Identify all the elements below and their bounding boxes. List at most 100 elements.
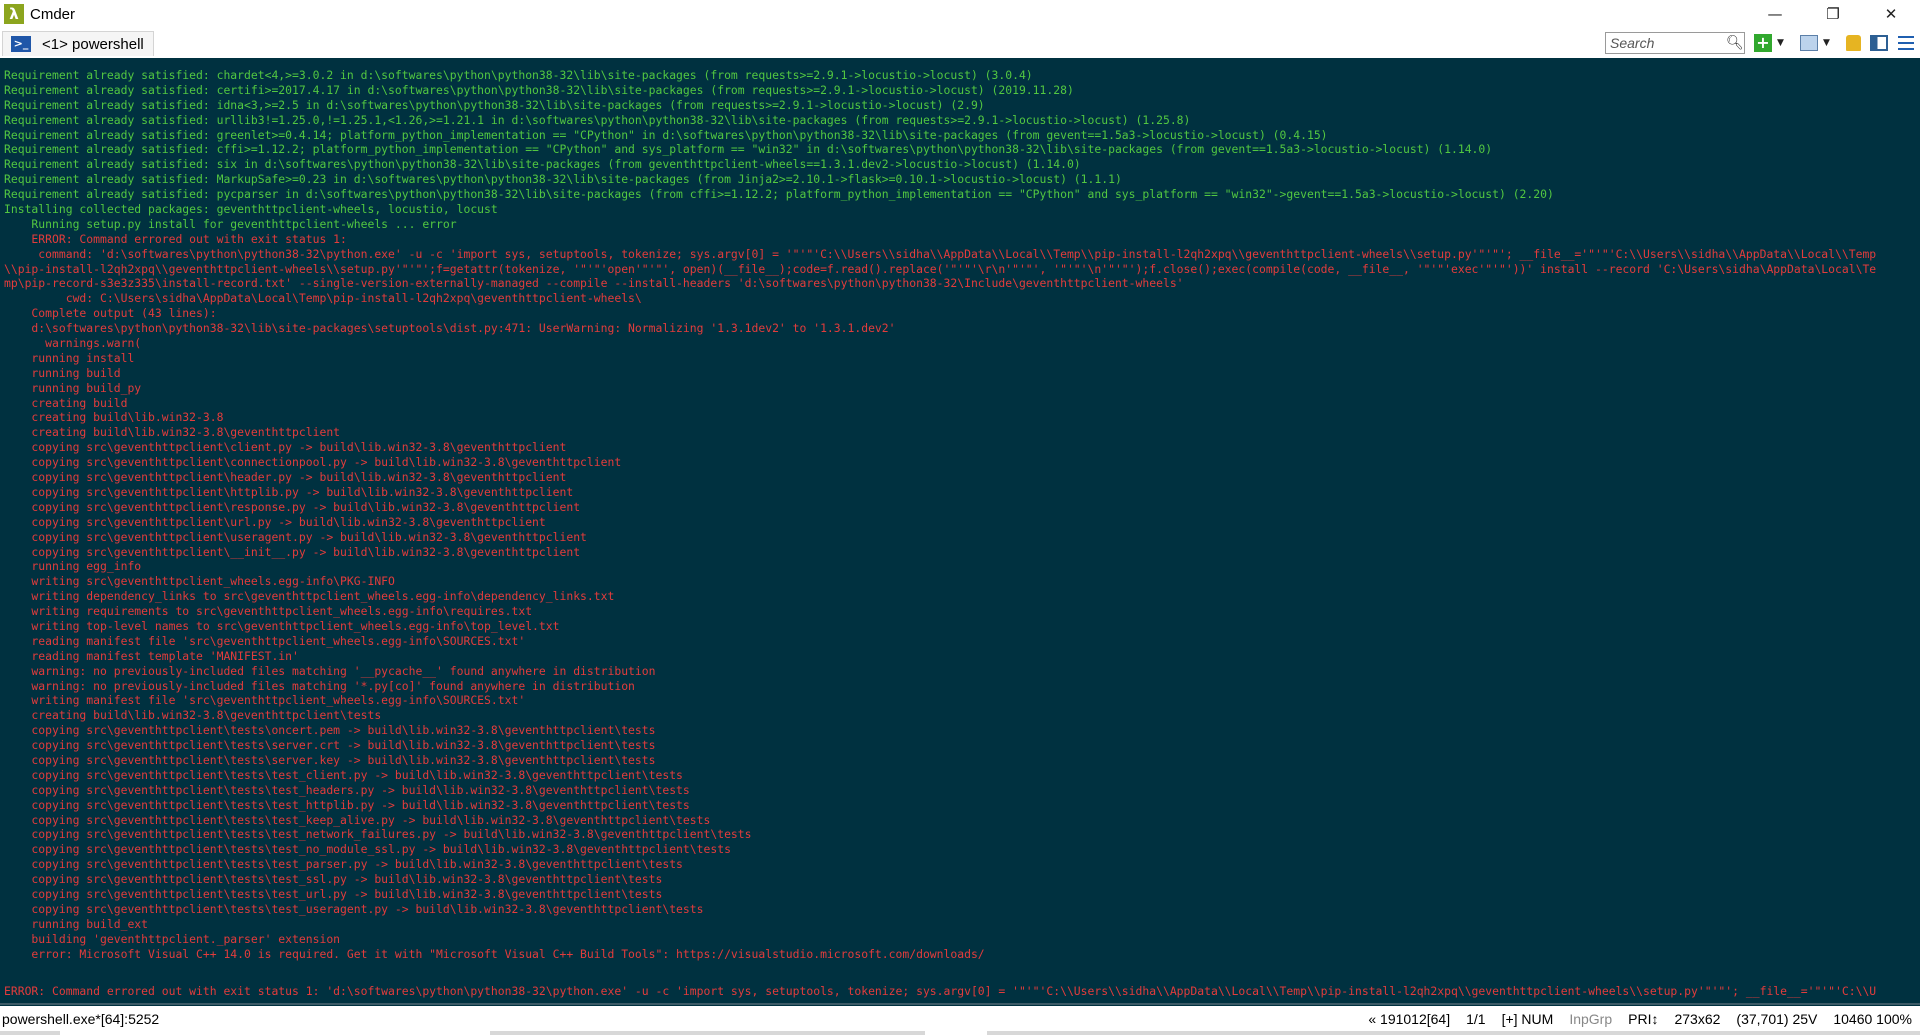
console-line: copying src\geventhttpclient\tests\oncer… <box>4 723 656 738</box>
lock-icon <box>1846 35 1861 51</box>
status-process: powershell.exe*[64]:5252 <box>2 1011 160 1027</box>
console-line: creating build\lib.win32-3.8 <box>4 410 224 425</box>
console-line: Requirement already satisfied: idna<3,>=… <box>4 97 985 112</box>
status-bar: powershell.exe*[64]:5252 « 191012[64] 1/1… <box>0 1006 1920 1035</box>
plus-icon: + <box>1754 34 1772 52</box>
console-line: warning: no previously-included files ma… <box>4 678 635 693</box>
status-item: [+] NUM <box>1501 1011 1554 1027</box>
title-bar: λ Cmder — ❐ ✕ <box>0 0 1920 28</box>
caret-down-icon: ▼ <box>1823 38 1830 48</box>
console-line: Requirement already satisfied: greenlet>… <box>4 127 1328 142</box>
caret-down-icon: ▼ <box>1777 38 1784 48</box>
console-line: copying src\geventhttpclient\tests\test_… <box>4 767 683 782</box>
console-line: Requirement already satisfied: pycparser… <box>4 187 1554 202</box>
console-line: error: Microsoft Visual C++ 14.0 is requ… <box>4 946 985 961</box>
scrollbar-thumb-secondary[interactable] <box>925 1031 987 1035</box>
console-line: Requirement already satisfied: six in d:… <box>4 157 1081 172</box>
status-item: PRI↕ <box>1628 1011 1659 1027</box>
console-line: \\pip-install-l2qh2xpq\\geventhttpclient… <box>4 261 1877 276</box>
console-line: Running setup.py install for geventhttpc… <box>4 216 457 231</box>
console-line: Requirement already satisfied: urllib3!=… <box>4 112 1191 127</box>
console-line: ERROR: Command errored out with exit sta… <box>4 231 347 246</box>
console-line: creating build <box>4 395 128 410</box>
console-line: running install <box>4 350 135 365</box>
console-line: copying src\geventhttpclient\tests\test_… <box>4 842 731 857</box>
search-box: 🔍︎ <box>1605 32 1745 54</box>
console-line: Requirement already satisfied: cffi>=1.1… <box>4 142 1493 157</box>
console-line: copying src\geventhttpclient\client.py -… <box>4 440 567 455</box>
window-title: Cmder <box>30 5 76 23</box>
minimize-button[interactable]: — <box>1746 0 1804 28</box>
console-line: copying src\geventhttpclient\useragent.p… <box>4 529 587 544</box>
console-line: copying src\geventhttpclient\tests\test_… <box>4 901 704 916</box>
search-icon[interactable]: 🔍︎ <box>1726 35 1744 51</box>
console-line: running egg_info <box>4 559 142 574</box>
console-line: copying src\geventhttpclient\connectionp… <box>4 455 622 470</box>
status-item: (37,701) 25V <box>1736 1011 1818 1027</box>
cmder-lambda-icon: λ <box>4 4 24 24</box>
menu-button[interactable] <box>1898 33 1914 53</box>
console-divider <box>0 1003 1920 1005</box>
console-line: writing top-level names to src\geventhtt… <box>4 618 560 633</box>
console-line: Requirement already satisfied: certifi>=… <box>4 82 1074 97</box>
close-button[interactable]: ✕ <box>1862 0 1920 28</box>
console-line: reading manifest template 'MANIFEST.in' <box>4 648 299 663</box>
console-line: copying src\geventhttpclient\response.py… <box>4 499 581 514</box>
status-item: 273x62 <box>1674 1011 1721 1027</box>
console-line: d:\softwares\python\python38-32\lib\site… <box>4 321 896 336</box>
console-line: writing manifest file 'src\geventhttpcli… <box>4 693 526 708</box>
restore-button[interactable]: ❐ <box>1804 0 1862 28</box>
console-output[interactable]: Requirement already satisfied: chardet<4… <box>0 58 1920 1006</box>
console-line: copying src\geventhttpclient\tests\test_… <box>4 857 683 872</box>
console-line: copying src\geventhttpclient\tests\test_… <box>4 886 663 901</box>
console-line: copying src\geventhttpclient\tests\test_… <box>4 797 690 812</box>
status-item: InpGrp <box>1569 1011 1613 1027</box>
split-view-button[interactable] <box>1870 33 1888 53</box>
lock-button[interactable] <box>1846 33 1861 53</box>
console-line: copying src\geventhttpclient\tests\test_… <box>4 812 711 827</box>
console-line: warnings.warn( <box>4 336 142 351</box>
scrollbar-thumb[interactable] <box>60 1031 490 1035</box>
tab-label: <1> powershell <box>42 35 144 53</box>
panes-icon <box>1800 35 1818 51</box>
status-item: 10460 100% <box>1833 1011 1912 1027</box>
console-line: Installing collected packages: geventhtt… <box>4 202 498 217</box>
console-line: creating build\lib.win32-3.8\geventhttpc… <box>4 425 341 440</box>
panes-dropdown[interactable]: ▼ <box>1823 33 1830 53</box>
console-line: copying src\geventhttpclient\tests\test_… <box>4 827 752 842</box>
status-item: « 191012[64] <box>1368 1011 1451 1027</box>
console-line: Requirement already satisfied: MarkupSaf… <box>4 172 1122 187</box>
final-error-line: ERROR: Command errored out with exit sta… <box>4 984 1877 998</box>
hamburger-menu-icon <box>1898 36 1914 50</box>
new-console-button[interactable]: + <box>1754 33 1772 53</box>
console-line: warning: no previously-included files ma… <box>4 663 656 678</box>
status-item: 1/1 <box>1466 1011 1486 1027</box>
console-line: building 'geventhttpclient._parser' exte… <box>4 931 341 946</box>
tab-powershell[interactable]: >_ <1> powershell <box>2 31 154 56</box>
panes-button[interactable] <box>1800 33 1818 53</box>
console-line: writing requirements to src\geventhttpcl… <box>4 604 533 619</box>
console-line: writing dependency_links to src\geventht… <box>4 589 615 604</box>
horizontal-scrollbar[interactable] <box>0 1031 1920 1035</box>
console-line: copying src\geventhttpclient\tests\serve… <box>4 738 656 753</box>
console-line: copying src\geventhttpclient\tests\test_… <box>4 782 690 797</box>
console-line: running build_ext <box>4 916 149 931</box>
window-controls: — ❐ ✕ <box>1746 0 1920 28</box>
console-line: Complete output (43 lines): <box>4 306 217 321</box>
console-line: copying src\geventhttpclient\httplib.py … <box>4 484 574 499</box>
console-line: copying src\geventhttpclient\header.py -… <box>4 470 567 485</box>
search-input[interactable] <box>1610 34 1722 52</box>
console-line: reading manifest file 'src\geventhttpcli… <box>4 633 526 648</box>
console-line: writing src\geventhttpclient_wheels.egg-… <box>4 574 395 589</box>
split-view-icon <box>1870 35 1888 51</box>
powershell-icon: >_ <box>11 36 31 52</box>
status-items: « 191012[64] 1/1 [+] NUM InpGrp PRI↕ 273x62 (3… <box>1360 1011 1920 1027</box>
console-line: running build <box>4 365 121 380</box>
console-line: mp\pip-record-s3e3z335\install-record.tx… <box>4 276 1184 291</box>
console-lines: Requirement already satisfied: chardet<4… <box>4 68 1918 961</box>
new-console-dropdown[interactable]: ▼ <box>1777 33 1784 53</box>
console-line: copying src\geventhttpclient\tests\serve… <box>4 752 656 767</box>
console-line: Requirement already satisfied: chardet<4… <box>4 68 1033 82</box>
console-line: copying src\geventhttpclient\url.py -> b… <box>4 514 546 529</box>
console-line: command: 'd:\softwares\python\python38-3… <box>4 246 1877 261</box>
